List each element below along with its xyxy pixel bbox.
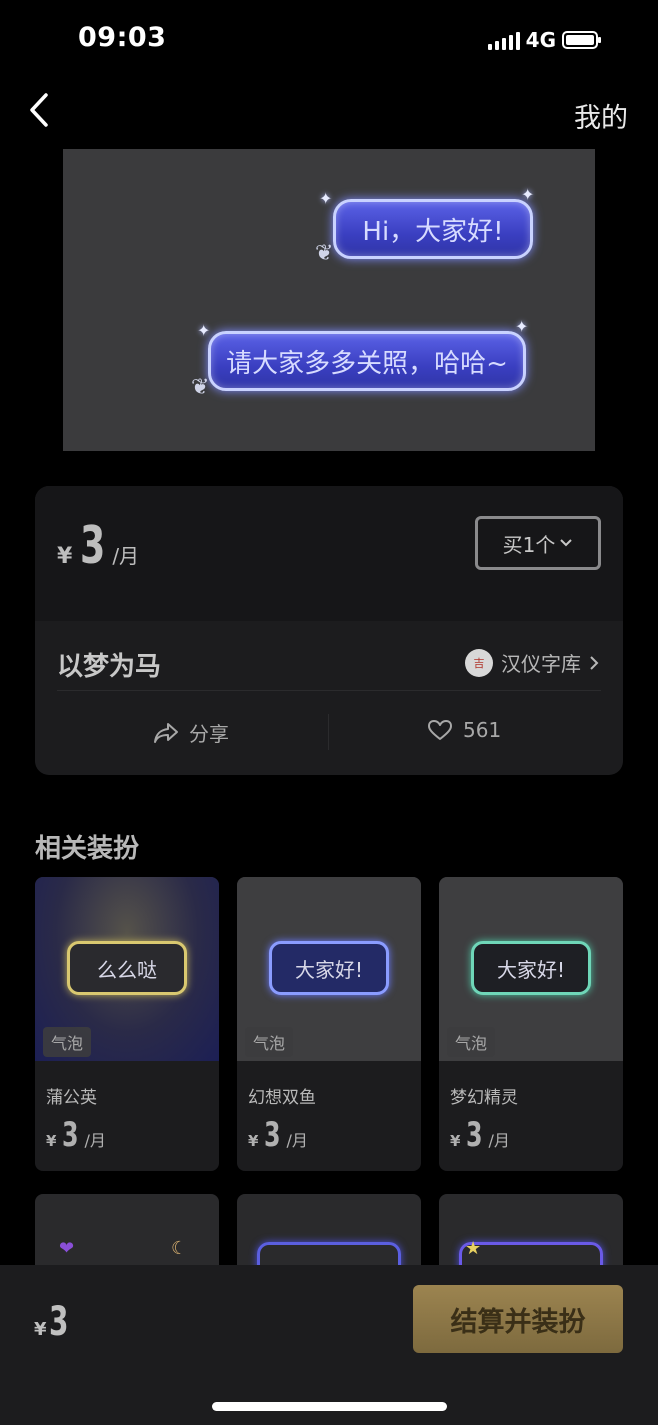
- like-button[interactable]: 561: [427, 718, 501, 742]
- related-item-price: ¥ 3 /月: [46, 1115, 106, 1155]
- quantity-dropdown[interactable]: 买1个: [475, 516, 601, 570]
- currency-symbol: ¥: [46, 1132, 57, 1150]
- related-item-name: 幻想双鱼: [248, 1088, 316, 1108]
- action-divider: [328, 714, 329, 750]
- divider: [57, 690, 601, 691]
- related-item-partial[interactable]: [237, 1194, 421, 1274]
- related-item-bubble: 大家好!: [269, 941, 389, 995]
- related-item-price: ¥ 3 /月: [450, 1115, 510, 1155]
- share-button[interactable]: 分享: [153, 718, 229, 747]
- network-type: 4G: [525, 28, 556, 52]
- share-label: 分享: [189, 722, 229, 746]
- currency-symbol: ¥: [57, 544, 73, 569]
- wing-decoration-icon: ❦: [315, 241, 334, 266]
- price-unit: /月: [286, 1131, 308, 1150]
- price-value: 3: [466, 1115, 484, 1155]
- sparkle-icon: ✦: [515, 317, 529, 336]
- related-item[interactable]: 么么哒 气泡 蒲公英 ¥ 3 /月: [35, 877, 219, 1171]
- chevron-down-icon: [560, 539, 573, 547]
- moon-decoration-icon: ☾: [171, 1238, 188, 1259]
- related-item-partial[interactable]: ❤ ☾: [35, 1194, 219, 1274]
- related-item[interactable]: 大家好! 气泡 梦幻精灵 ¥ 3 /月: [439, 877, 623, 1171]
- item-tag: 气泡: [245, 1027, 294, 1057]
- sparkle-icon: ✦: [521, 185, 535, 204]
- related-item[interactable]: 大家好! 气泡 幻想双鱼 ¥ 3 /月: [237, 877, 421, 1171]
- related-item-price: ¥ 3 /月: [248, 1115, 308, 1155]
- status-icons: 4G: [487, 28, 601, 52]
- related-item-name: 蒲公英: [46, 1088, 97, 1108]
- preview-bubble-2: 请大家多多关照，哈哈~: [208, 331, 526, 391]
- total-value: 3: [48, 1299, 69, 1345]
- brand-name: 汉仪字库: [501, 652, 581, 676]
- price-unit: /月: [84, 1131, 106, 1150]
- price-value: 3: [264, 1115, 282, 1155]
- my-button[interactable]: 我的: [574, 96, 628, 135]
- chevron-right-icon: [590, 655, 599, 670]
- like-count: 561: [463, 718, 502, 742]
- back-icon: [30, 93, 48, 127]
- related-item-bubble: 么么哒: [67, 941, 187, 995]
- product-name: 以梦为马: [57, 652, 162, 682]
- star-decoration-icon: ★: [465, 1238, 482, 1259]
- price-unit: /月: [488, 1131, 510, 1150]
- back-button[interactable]: [26, 92, 56, 128]
- brand-link[interactable]: 吉 汉仪字库: [465, 648, 599, 677]
- quantity-label: 买1个: [502, 532, 556, 557]
- signal-icon: [487, 30, 520, 50]
- related-item-name: 梦幻精灵: [450, 1088, 518, 1108]
- brand-logo-icon: 吉: [465, 648, 493, 677]
- preview-bubble-1: Hi，大家好!: [333, 199, 533, 259]
- heart-icon: [428, 720, 452, 740]
- price-section: ¥ 3 /月 买1个: [35, 486, 623, 621]
- total-price: ¥ 3: [34, 1299, 76, 1345]
- bottom-bar: ¥ 3 结算并装扮: [0, 1265, 658, 1425]
- price-value: 3: [80, 516, 106, 576]
- related-title: 相关装扮: [35, 834, 140, 864]
- sparkle-icon: ✦: [319, 189, 333, 208]
- currency-symbol: ¥: [34, 1319, 47, 1340]
- wing-decoration-icon: ❦: [191, 375, 210, 400]
- sparkle-icon: ✦: [197, 321, 211, 340]
- related-item-partial[interactable]: ★: [439, 1194, 623, 1274]
- price-value: 3: [62, 1115, 80, 1155]
- currency-symbol: ¥: [248, 1132, 259, 1150]
- price-unit: /月: [112, 544, 140, 568]
- status-time: 09:03: [78, 22, 167, 53]
- item-tag: 气泡: [43, 1027, 92, 1057]
- share-icon: [154, 722, 178, 743]
- item-tag: 气泡: [447, 1027, 496, 1057]
- home-indicator[interactable]: [212, 1402, 447, 1411]
- currency-symbol: ¥: [450, 1132, 461, 1150]
- heart-decoration-icon: ❤: [59, 1238, 75, 1259]
- checkout-button[interactable]: 结算并装扮: [413, 1285, 623, 1353]
- related-item-bubble: 大家好!: [471, 941, 591, 995]
- battery-icon: [562, 31, 601, 49]
- product-price: ¥ 3 /月: [57, 516, 139, 576]
- bubble-preview: Hi，大家好! 请大家多多关照，哈哈~ ✦ ✦ ✦ ✦ ❦ ❦: [63, 149, 595, 451]
- product-card: ¥ 3 /月 买1个 以梦为马 吉 汉仪字库 分享 561: [35, 486, 623, 775]
